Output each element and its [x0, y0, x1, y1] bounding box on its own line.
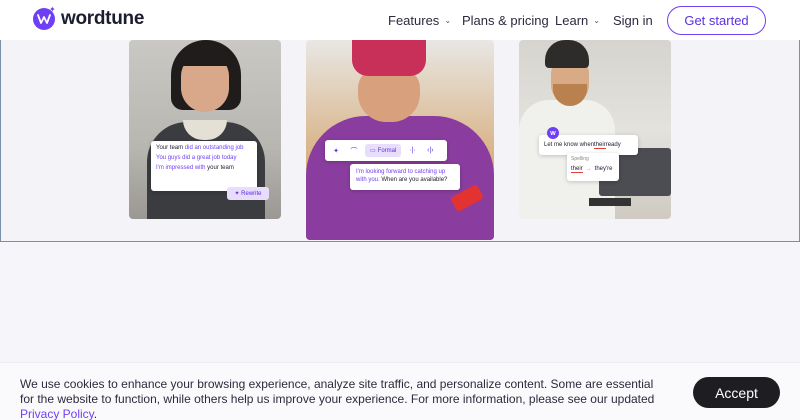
rewrite-button: ✦ Rewrite	[227, 187, 269, 200]
nav-features[interactable]: Features ⌄	[388, 0, 451, 40]
cookie-message: We use cookies to enhance your browsing …	[20, 377, 670, 420]
sentence-text: ready	[605, 142, 621, 148]
photo-beanie	[352, 40, 426, 76]
nav-plans-pricing[interactable]: Plans & pricing	[462, 0, 549, 40]
casual-icon: ⌒	[350, 147, 358, 155]
brand-name: wordtune	[61, 8, 145, 29]
formal-label: Formal	[377, 147, 397, 154]
chevron-down-icon: ⌄	[593, 15, 600, 25]
tone-toolbar: ✦ ⌒ ▭ Formal ·|· ‹|›	[325, 140, 447, 161]
privacy-policy-link[interactable]: Privacy Policy	[20, 407, 94, 420]
photo-desk-item	[589, 198, 631, 206]
get-started-button[interactable]: Get started	[667, 6, 766, 35]
photo-beanie	[545, 40, 589, 68]
site-header: ✦ wordtune Features ⌄ Plans & pricing Le…	[0, 0, 800, 40]
shorten-icon: ·|·	[409, 147, 416, 154]
nav-features-label: Features	[388, 12, 440, 28]
photo-face	[358, 68, 420, 122]
original-word: their	[571, 166, 583, 173]
suggestion-text: Your team	[156, 145, 185, 151]
spelling-suggestion-card: Spelling their → they're	[567, 153, 619, 181]
sentence-text: Let me know when	[544, 142, 595, 148]
wordtune-badge-icon: w	[547, 127, 559, 139]
sparkle-icon: ✦	[49, 5, 56, 14]
suggestion-text: your team	[205, 164, 234, 171]
sign-in-label: Sign in	[613, 12, 653, 28]
rewrite-suggestions-popup: Your team did an outstanding job You guy…	[151, 141, 257, 191]
suggestion-1: Your team did an outstanding job	[156, 144, 252, 154]
nav-learn-label: Learn	[555, 12, 589, 28]
chevron-down-icon: ⌄	[444, 15, 452, 25]
expand-icon: ‹|›	[427, 147, 434, 154]
rewrite-label: Rewrite	[241, 190, 262, 197]
briefcase-icon: ▭	[370, 148, 376, 154]
hero-image-man-laptop	[519, 40, 671, 219]
accept-cookies-button[interactable]: Accept	[693, 377, 780, 408]
spelling-correction: their → they're	[571, 166, 615, 173]
suggestion-highlight: I'm impressed with	[156, 164, 206, 171]
brand-logo[interactable]: ✦ wordtune	[33, 5, 145, 30]
sparkle-icon: ✦	[333, 147, 339, 155]
formal-tone-chip: ▭ Formal	[365, 144, 402, 157]
suggestion-highlight: did an outstanding job	[184, 145, 244, 151]
misspelled-word: their	[594, 141, 606, 149]
cookie-text: We use cookies to enhance your browsing …	[20, 377, 655, 406]
arrow-right-icon: →	[585, 166, 592, 172]
wordtune-logo-icon: ✦	[33, 5, 56, 30]
formal-rewrite-popup: I'm looking forward to catching up with …	[350, 164, 460, 190]
suggestion-2: You guys did a great job today	[156, 154, 237, 161]
nav-plans-label: Plans & pricing	[462, 12, 549, 28]
cookie-banner: We use cookies to enhance your browsing …	[0, 362, 800, 420]
nav-learn[interactable]: Learn ⌄	[555, 0, 600, 40]
corrected-word: they're	[594, 166, 613, 172]
photo-bangs	[179, 48, 231, 66]
rewrite-text: When are you available?	[379, 177, 448, 184]
nav-sign-in[interactable]: Sign in	[613, 0, 653, 40]
suggestion-3: I'm impressed with your team	[156, 164, 252, 174]
cookie-text-end: .	[93, 407, 98, 420]
sparkle-icon: ✦	[234, 191, 242, 197]
spelling-label: Spelling	[571, 156, 589, 162]
